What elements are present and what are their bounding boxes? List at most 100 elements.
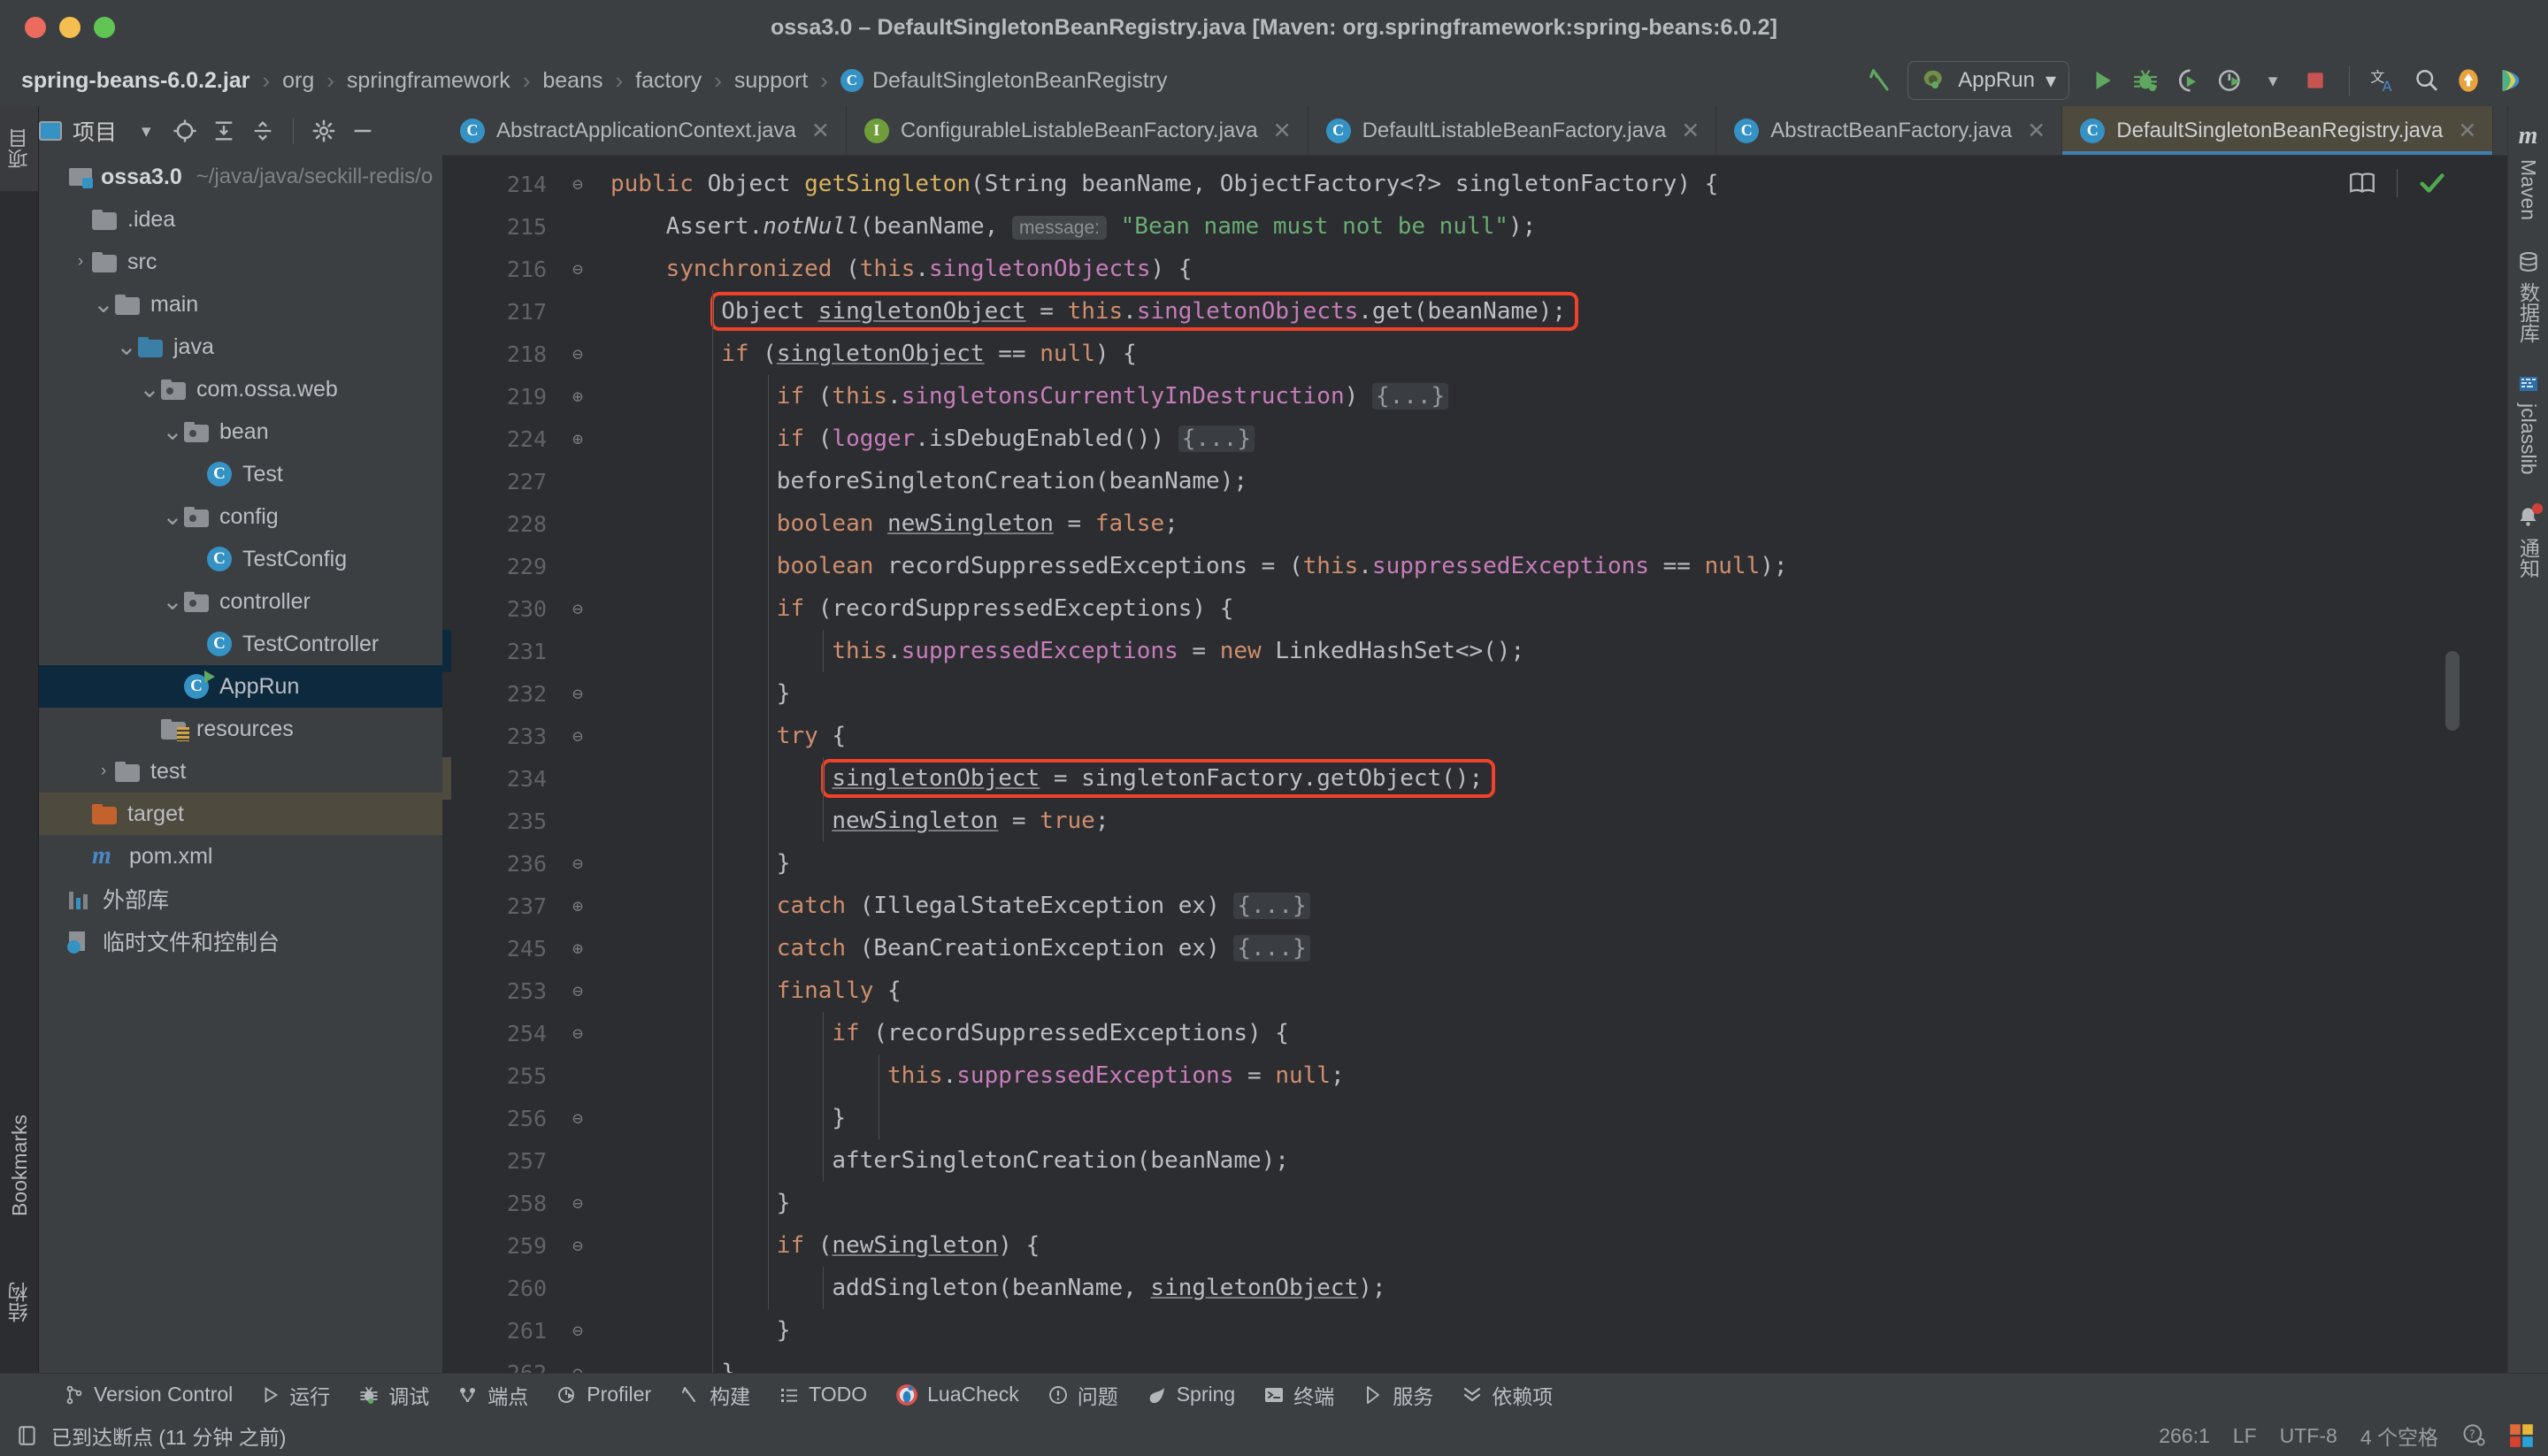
breadcrumb-item-defaultsingletonbeanregistry[interactable]: C DefaultSingletonBeanRegistry [840,68,1167,94]
sidebar-item-project[interactable]: 项目 [0,106,38,191]
line-number[interactable]: 233 [442,724,547,749]
tree-item-testcontroller[interactable]: C TestController [39,623,442,665]
line-number[interactable]: 214 [442,172,547,197]
fold-collapse-icon[interactable]: ⊖ [566,683,589,704]
code-line[interactable]: 237 ⊕ catch (IllegalStateException ex) {..… [442,885,2467,927]
tree-item-main[interactable]: ⌄ main [39,283,442,326]
line-number[interactable]: 224 [442,426,547,452]
chevron-down-icon[interactable]: ▾ [2045,68,2056,94]
chevron-down-icon[interactable]: ⌄ [92,292,115,317]
tool-window--[interactable]: 依赖项 [1447,1376,1567,1414]
tool-window-version-control[interactable]: Version Control [50,1378,247,1411]
profile-icon[interactable] [2209,59,2252,102]
sidebar-item-notifications[interactable]: 通知 [2513,502,2544,579]
line-number[interactable]: 259 [442,1233,547,1259]
tool-window--[interactable]: 构建 [665,1376,764,1414]
reader-mode-icon[interactable] [2347,168,2377,198]
chevron-right-icon[interactable]: › [92,760,115,783]
editor-tab-configurablelistablebeanfactory[interactable]: I ConfigurableListableBeanFactory.java ✕ [847,106,1309,155]
project-tree[interactable]: ossa3.0 ~/java/java/seckill-redis/o .idea ›… [39,156,442,1376]
chevron-down-icon[interactable]: ⌄ [138,377,161,402]
fold-collapse-icon[interactable]: ⊖ [566,1235,589,1256]
breadcrumb-item-beans[interactable]: beans [542,68,602,94]
sidebar-item-bookmarks[interactable]: Bookmarks [0,1115,39,1216]
chevron-down-icon[interactable]: ⌄ [161,419,184,444]
code-line[interactable]: 258 ⊖} [442,1182,2467,1224]
code-editor[interactable]: 214 ⊖ public Object getSingleton(String be… [442,156,2467,1376]
tool-window-profiler[interactable]: Profiler [542,1378,665,1411]
tree-item-com-ossa-web[interactable]: ⌄ com.ossa.web [39,368,442,410]
line-number[interactable]: 234 [442,766,547,792]
editor-tab-defaultlistablebeanfactory[interactable]: C DefaultListableBeanFactory.java ✕ [1309,106,1717,155]
close-tab-icon[interactable]: ✕ [811,118,830,144]
fold-collapse-icon[interactable]: ⊖ [566,343,589,364]
code-line[interactable]: 233 ⊖ try { [442,715,2467,757]
fold-expand-icon[interactable]: ⊕ [566,428,589,449]
minimize-window-button[interactable] [59,17,81,38]
line-number[interactable]: 218 [442,341,547,367]
tool-window--[interactable]: 运行 [247,1376,344,1414]
tool-window--[interactable]: 服务 [1348,1376,1447,1414]
line-number[interactable]: 236 [442,851,547,877]
line-number[interactable]: 257 [442,1148,547,1174]
fold-expand-icon[interactable]: ⊕ [566,386,589,407]
fold-expand-icon[interactable]: ⊕ [566,895,589,916]
code-line[interactable]: 230 ⊖ if (recordSuppressedExceptions) { [442,587,2467,630]
code-line[interactable]: 227 beforeSingletonCreation(beanName); [442,460,2467,502]
tree-item-apprun[interactable]: C AppRun [39,665,442,708]
run-icon[interactable] [2082,59,2124,102]
line-number[interactable]: 235 [442,808,547,834]
line-number[interactable]: 254 [442,1021,547,1046]
chevron-right-icon[interactable]: › [69,250,92,273]
update-project-icon[interactable] [2447,59,2490,102]
chevron-down-icon[interactable]: ⌄ [161,589,184,614]
close-tab-icon[interactable]: ✕ [2027,118,2045,144]
editor-vertical-scrollbar[interactable] [2445,651,2460,731]
line-number[interactable]: 245 [442,936,547,962]
expand-all-icon[interactable] [206,113,242,149]
code-line[interactable]: 245 ⊕ catch (BeanCreationException ex) {..… [442,927,2467,969]
fold-collapse-icon[interactable]: ⊖ [566,258,589,280]
code-line[interactable]: 231 this.suppressedExceptions = new Linke… [442,630,2467,672]
code-line[interactable]: 224 ⊕ if (logger.isDebugEnabled()) {...} [442,418,2467,460]
close-tab-icon[interactable]: ✕ [1681,118,1700,144]
fold-collapse-icon[interactable]: ⊖ [566,173,589,195]
sidebar-item-jclasslib[interactable]: jclasslib [2516,373,2540,475]
code-line[interactable]: 262 ⊖} [442,1352,2467,1376]
tree-item--[interactable]: 临时文件和控制台 [39,920,442,962]
code-line[interactable]: 232 ⊖} [442,672,2467,715]
stop-icon[interactable] [2294,59,2337,102]
tree-item-ossa3-0[interactable]: ossa3.0 ~/java/java/seckill-redis/o [39,156,442,198]
line-number[interactable]: 256 [442,1106,547,1131]
chevron-down-icon[interactable]: ⌄ [161,504,184,529]
settings-icon[interactable] [306,113,342,149]
code-line[interactable]: 234 singletonObject = singletonFactory.ge… [442,757,2467,800]
collapse-all-icon[interactable] [245,113,280,149]
code-line[interactable]: 235 newSingleton = true; [442,800,2467,842]
chevron-down-icon[interactable]: ▾ [2252,59,2294,102]
zoom-window-button[interactable] [94,17,115,38]
sidebar-item-maven[interactable]: m Maven [2516,122,2540,220]
locate-icon[interactable] [167,113,203,149]
tree-item--idea[interactable]: .idea [39,198,442,241]
line-number[interactable]: 237 [442,893,547,919]
inspections-ok-icon[interactable] [2417,168,2447,198]
close-tab-icon[interactable]: ✕ [1273,118,1292,144]
run-configuration-selector[interactable]: AppRun ▾ [1907,61,2069,100]
tree-item-test[interactable]: › test [39,750,442,793]
tree-item-testconfig[interactable]: C TestConfig [39,538,442,580]
chevron-down-icon[interactable]: ▾ [142,120,151,142]
code-line[interactable]: 219 ⊕ if (this.singletonsCurrentlyInDestru… [442,375,2467,418]
line-number[interactable]: 216 [442,257,547,282]
tool-window--[interactable]: 终端 [1249,1376,1348,1414]
fold-collapse-icon[interactable]: ⊖ [566,725,589,747]
run-with-coverage-icon[interactable] [2167,59,2209,102]
code-line[interactable]: 217 Object singletonObject = this.singlet… [442,290,2467,333]
tree-item-resources[interactable]: resources [39,708,442,750]
breadcrumb-item-factory[interactable]: factory [635,68,702,94]
code-line[interactable]: 229 boolean recordSuppressedExceptions = … [442,545,2467,587]
tree-item-test[interactable]: C Test [39,453,442,495]
code-line[interactable]: 261 ⊖} [442,1309,2467,1352]
fold-collapse-icon[interactable]: ⊖ [566,1192,589,1214]
sidebar-item-database[interactable]: 数据库 [2513,250,2544,343]
